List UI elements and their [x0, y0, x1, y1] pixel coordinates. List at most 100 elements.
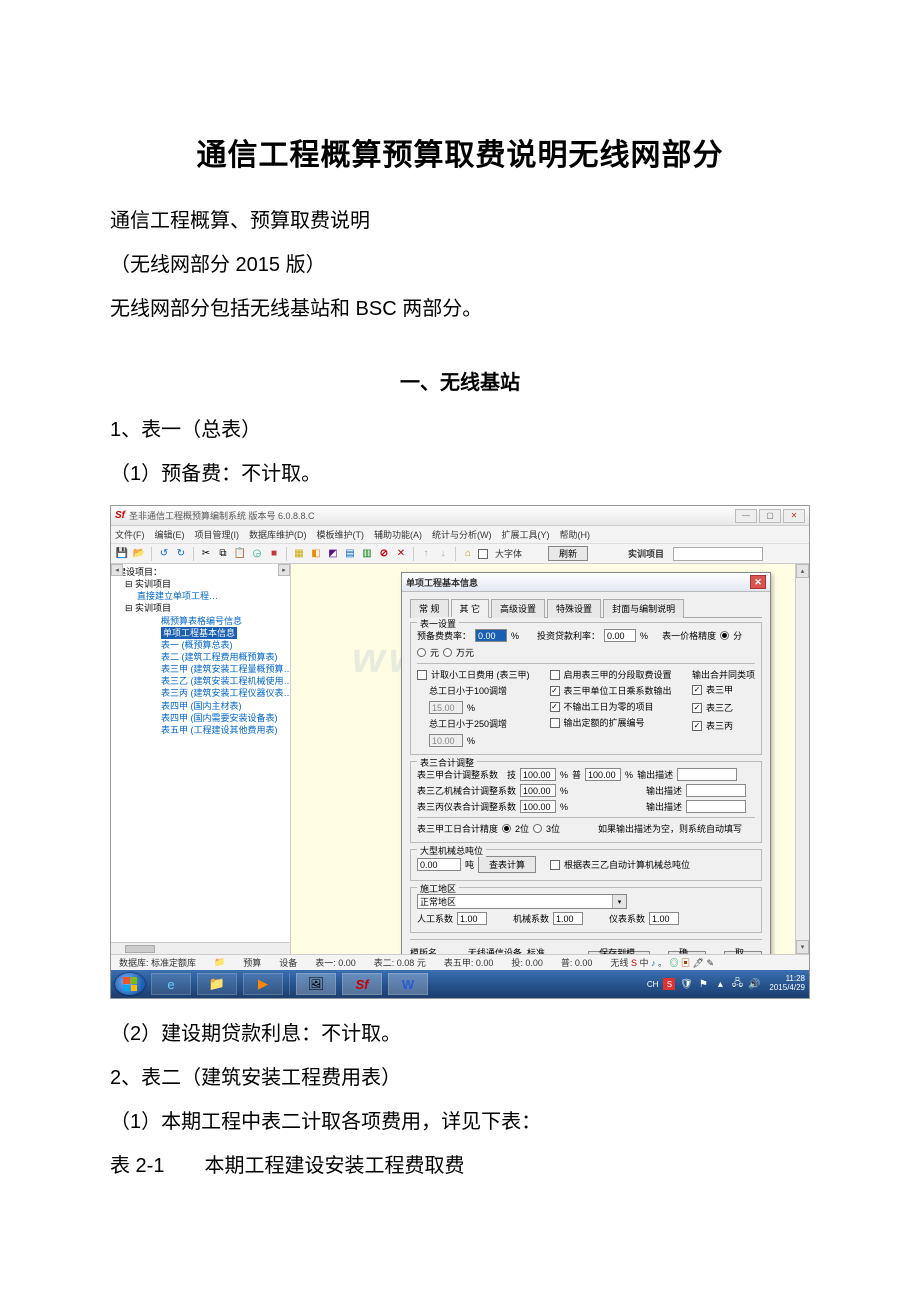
tool-chart-icon[interactable]: ▥ [360, 547, 374, 561]
tree-item-basicinfo[interactable]: 单项工程基本信息 [113, 627, 288, 639]
task-ie[interactable]: e [151, 973, 191, 995]
tree-scroll-left[interactable]: ◂ [111, 564, 123, 576]
calc-button[interactable]: 查表计算 [478, 856, 536, 873]
machine-coef-input[interactable]: 1.00 [553, 912, 583, 925]
tray-clock[interactable]: 11:28 2015/4/29 [769, 975, 805, 993]
menu-ext[interactable]: 扩展工具(Y) [502, 528, 550, 541]
r2out-input[interactable] [686, 784, 746, 797]
project-name-input[interactable] [673, 547, 763, 561]
tool-down-icon[interactable]: ↓ [436, 547, 450, 561]
tool-red-icon[interactable]: ■ [267, 547, 281, 561]
tray-icon-shield[interactable]: 🛡 [680, 978, 692, 990]
window-close-button[interactable]: ✕ [783, 509, 805, 523]
tab-general[interactable]: 常 规 [410, 599, 449, 618]
window-maximize-button[interactable]: ▢ [759, 509, 781, 523]
tool-yellow-icon[interactable]: ▦ [292, 547, 306, 561]
menu-template[interactable]: 模板维护(T) [317, 528, 365, 541]
tray-icon-chev[interactable]: ▴ [714, 978, 726, 990]
tool-green-icon[interactable]: ◶ [250, 547, 264, 561]
r3out-input[interactable] [686, 800, 746, 813]
menu-help[interactable]: 帮助(H) [560, 528, 591, 541]
tree-item-t3b[interactable]: 表三乙 (建筑安装工程机械使用… [113, 675, 288, 687]
tree-item-t3c[interactable]: 表三丙 (建筑安装工程仪器仪表… [113, 687, 288, 699]
radio-2digit[interactable] [502, 824, 511, 833]
tab-advanced[interactable]: 高级设置 [491, 599, 545, 618]
tray-icon-s[interactable]: S [663, 978, 675, 990]
window-minimize-button[interactable]: — [735, 509, 757, 523]
radio-wan[interactable] [443, 648, 452, 657]
vertical-scrollbar[interactable]: ▴ ▾ [795, 564, 809, 954]
scroll-up-button[interactable]: ▴ [796, 564, 809, 578]
bigfont-checkbox[interactable] [478, 549, 488, 559]
task-explorer[interactable]: 📁 [197, 973, 237, 995]
tool-orange-icon[interactable]: ◧ [309, 547, 323, 561]
radio-yuan[interactable] [417, 648, 426, 657]
r3-input[interactable]: 100.00 [520, 800, 556, 813]
task-sf[interactable]: Sf [342, 973, 382, 995]
r1-ji-input[interactable]: 100.00 [520, 768, 556, 781]
tree-root[interactable]: 建设项目： [113, 566, 288, 578]
tray-icon-flag[interactable]: ⚑ [697, 978, 709, 990]
cancel-button[interactable]: 取消 [724, 951, 762, 955]
dialog-close-button[interactable]: ✕ [750, 575, 766, 589]
radio-fen[interactable] [720, 631, 729, 640]
lt100-input[interactable]: 15.00 [429, 701, 463, 714]
ton-input[interactable]: 0.00 [417, 858, 461, 871]
r1-pu-input[interactable]: 100.00 [585, 768, 621, 781]
menu-edit[interactable]: 编辑(E) [155, 528, 185, 541]
tool-open-icon[interactable]: 📂 [132, 547, 146, 561]
tool-cross-icon[interactable]: ✕ [394, 547, 408, 561]
chk-unitcoef[interactable] [550, 686, 560, 696]
tree-direct-item[interactable]: 直接建立单项工程… [113, 590, 288, 602]
labor-coef-input[interactable]: 1.00 [457, 912, 487, 925]
r1out-input[interactable] [677, 768, 737, 781]
chk-extid[interactable] [550, 718, 560, 728]
tree-item-t1[interactable]: 表一 (概预算总表) [113, 639, 288, 651]
lt250-input[interactable]: 10.00 [429, 734, 463, 747]
tree-item-t5a[interactable]: 表五甲 (工程建设其他费用表) [113, 724, 288, 736]
task-app1[interactable]: 🖼 [296, 973, 336, 995]
reserve-rate-input[interactable]: 0.00 [475, 629, 507, 642]
chk-merge-bing[interactable] [692, 721, 702, 731]
menu-file[interactable]: 文件(F) [115, 528, 145, 541]
tool-up-icon[interactable]: ↑ [419, 547, 433, 561]
tool-save-icon[interactable]: 💾 [115, 547, 129, 561]
tool-copy-icon[interactable]: ⧉ [216, 547, 230, 561]
menu-database[interactable]: 数据库维护(D) [249, 528, 307, 541]
menu-project[interactable]: 项目管理(I) [195, 528, 240, 541]
r2-input[interactable]: 100.00 [520, 784, 556, 797]
chk-smallday[interactable] [417, 670, 427, 680]
tool-undo-icon[interactable]: ↺ [157, 547, 171, 561]
tree-scroll-right[interactable]: ▸ [278, 564, 290, 576]
tray-icon-vol[interactable]: 🔊 [748, 978, 760, 990]
chevron-down-icon[interactable]: ▾ [612, 895, 626, 908]
chk-zero[interactable] [550, 702, 560, 712]
tab-special[interactable]: 特殊设置 [547, 599, 601, 618]
tool-cancel-icon[interactable]: ⊘ [377, 547, 391, 561]
chk-segment[interactable] [550, 670, 560, 680]
tool-purple-icon[interactable]: ◩ [326, 547, 340, 561]
chk-merge-jia[interactable] [692, 685, 702, 695]
tree-item-t4a2[interactable]: 表四甲 (国内需要安装设备表) [113, 712, 288, 724]
radio-3digit[interactable] [533, 824, 542, 833]
scroll-down-button[interactable]: ▾ [796, 940, 809, 954]
tool-cut-icon[interactable]: ✂ [199, 547, 213, 561]
ok-button[interactable]: 确定 [668, 951, 706, 955]
tree-item-t2[interactable]: 表二 (建筑工程费用概预算表) [113, 651, 288, 663]
save-template-button[interactable]: 保存到模板 [588, 951, 650, 955]
menu-stats[interactable]: 统计与分析(W) [432, 528, 492, 541]
tab-other[interactable]: 其 它 [451, 599, 490, 618]
tool-blue-icon[interactable]: ▤ [343, 547, 357, 561]
tray-icon-net[interactable]: 🖧 [731, 978, 743, 990]
instr-coef-input[interactable]: 1.00 [649, 912, 679, 925]
tool-redo-icon[interactable]: ↻ [174, 547, 188, 561]
task-word[interactable]: W [388, 973, 428, 995]
task-media[interactable]: ▶ [243, 973, 283, 995]
chk-auto-ton[interactable] [550, 860, 560, 870]
start-button[interactable] [115, 973, 145, 995]
tree-proj2[interactable]: ⊟ 实训项目 [113, 602, 288, 614]
region-combo[interactable]: 正常地区 ▾ [417, 894, 627, 909]
tree-proj1[interactable]: ⊟ 实训项目 [113, 578, 288, 590]
tree-item-tablenum[interactable]: 概预算表格编号信息 [113, 615, 288, 627]
menu-aux[interactable]: 辅助功能(A) [374, 528, 422, 541]
